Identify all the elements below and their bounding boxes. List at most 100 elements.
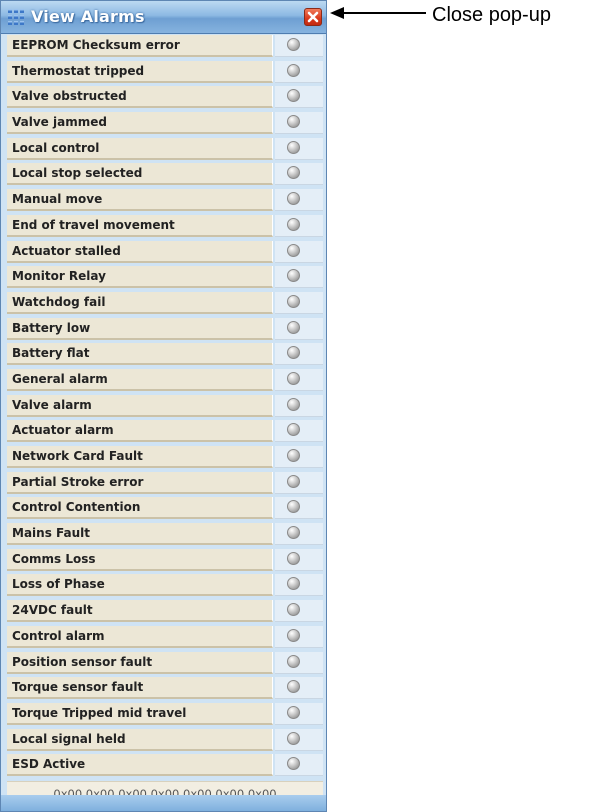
alarm-label: Mains Fault <box>7 523 273 546</box>
alarm-indicator-cell <box>275 497 323 520</box>
alarm-indicator-cell <box>275 471 323 494</box>
alarm-indicator-cell <box>275 343 323 366</box>
status-led-icon <box>287 63 300 77</box>
status-led-icon <box>287 320 300 334</box>
status-led-icon <box>287 192 300 206</box>
alarm-row: EEPROM Checksum error <box>7 34 323 60</box>
alarm-indicator-cell <box>275 317 323 340</box>
alarm-label: Monitor Relay <box>7 266 273 289</box>
alarm-row: Control Contention <box>7 496 323 522</box>
alarm-label: Valve alarm <box>7 394 273 417</box>
status-led-icon <box>287 551 300 565</box>
alarm-row: ESD Active <box>7 753 323 779</box>
alarm-row: Torque Tripped mid travel <box>7 702 323 728</box>
status-led-icon <box>287 140 300 154</box>
status-led-icon <box>287 757 300 771</box>
alarm-indicator-cell <box>275 446 323 468</box>
alarm-row: Battery low <box>7 317 323 343</box>
alarm-label: Control alarm <box>7 625 273 648</box>
alarm-row: Monitor Relay <box>7 265 323 291</box>
alarm-label: Watchdog fail <box>7 291 273 314</box>
alarm-indicator-cell <box>275 728 323 751</box>
alarm-indicator-cell <box>275 163 323 186</box>
alarm-label: Actuator stalled <box>7 240 273 263</box>
status-led-icon <box>287 217 300 231</box>
alarm-indicator-cell <box>275 291 323 314</box>
status-led-icon <box>287 705 300 719</box>
alarm-row: End of travel movement <box>7 214 323 240</box>
alarm-label: Comms Loss <box>7 548 273 571</box>
alarm-label: Battery flat <box>7 343 273 366</box>
alarm-indicator-cell <box>275 137 323 160</box>
status-led-icon <box>287 731 300 745</box>
alarm-label: End of travel movement <box>7 214 273 237</box>
alarm-indicator-cell <box>275 523 323 546</box>
alarm-indicator-cell <box>275 368 323 391</box>
alarm-label: ESD Active <box>7 754 273 777</box>
alarm-indicator-cell <box>275 574 323 597</box>
alarm-row: Comms Loss <box>7 548 323 574</box>
alarm-indicator-cell <box>275 754 323 777</box>
alarm-row: General alarm <box>7 368 323 394</box>
alarm-indicator-cell <box>275 214 323 237</box>
status-led-icon <box>287 115 300 129</box>
alarm-indicator-cell <box>275 266 323 289</box>
alarm-label: Actuator alarm <box>7 420 273 443</box>
close-button[interactable] <box>304 8 322 26</box>
status-led-icon <box>287 166 300 180</box>
status-led-icon <box>287 654 300 668</box>
alarm-row: Torque sensor fault <box>7 676 323 702</box>
alarm-label: Local signal held <box>7 728 273 751</box>
status-led-icon <box>287 423 300 437</box>
alarm-indicator-cell <box>275 651 323 674</box>
alarm-label: Control Contention <box>7 497 273 520</box>
alarm-indicator-cell <box>275 394 323 417</box>
alarm-label: Partial Stroke error <box>7 471 273 494</box>
alarm-row: Valve alarm <box>7 394 323 420</box>
close-popup-annotation: Close pop-up <box>432 4 551 26</box>
alarm-label: Loss of Phase <box>7 574 273 597</box>
alarm-indicator-cell <box>275 625 323 648</box>
alarm-label: Valve obstructed <box>7 86 273 109</box>
status-led-icon <box>287 38 300 51</box>
alarm-row: Network Card Fault <box>7 445 323 471</box>
alarm-indicator-cell <box>275 677 323 700</box>
alarm-row: Thermostat tripped <box>7 60 323 86</box>
alarm-label: General alarm <box>7 368 273 391</box>
popup-title-bar[interactable]: View Alarms <box>1 1 326 34</box>
alarm-label: Position sensor fault <box>7 651 273 674</box>
alarm-indicator-cell <box>275 112 323 135</box>
alarm-row: Partial Stroke error <box>7 471 323 497</box>
alarm-row: Mains Fault <box>7 522 323 548</box>
alarm-row: Valve jammed <box>7 111 323 137</box>
status-led-icon <box>287 680 300 694</box>
view-alarms-popup: View Alarms EEPROM Checksum error Thermos… <box>0 0 327 812</box>
alarm-row: Local stop selected <box>7 162 323 188</box>
status-led-icon <box>287 294 300 308</box>
alarm-row: Local control <box>7 137 323 163</box>
status-led-icon <box>287 500 300 514</box>
alarm-row: Control alarm <box>7 625 323 651</box>
status-led-icon <box>287 474 300 488</box>
alarm-label: Local stop selected <box>7 163 273 186</box>
alarm-indicator-cell <box>275 420 323 443</box>
status-led-icon <box>287 243 300 257</box>
status-led-icon <box>287 449 300 462</box>
alarm-indicator-cell <box>275 60 323 83</box>
status-led-icon <box>287 371 300 385</box>
status-led-icon <box>287 603 300 617</box>
alarm-label: Thermostat tripped <box>7 60 273 83</box>
alarm-indicator-cell <box>275 600 323 623</box>
alarm-label: Torque sensor fault <box>7 677 273 700</box>
alarm-label: Battery low <box>7 317 273 340</box>
alarm-indicator-cell <box>275 189 323 212</box>
alarm-label: Local control <box>7 137 273 160</box>
alarm-indicator-cell <box>275 240 323 263</box>
alarm-indicator-cell <box>275 35 323 57</box>
status-led-icon <box>287 346 300 360</box>
alarm-row: Manual move <box>7 188 323 214</box>
alarm-row: Watchdog fail <box>7 291 323 317</box>
alarm-label: Manual move <box>7 189 273 212</box>
arrow-left-icon <box>330 5 426 25</box>
alarm-label: 24VDC fault <box>7 600 273 623</box>
